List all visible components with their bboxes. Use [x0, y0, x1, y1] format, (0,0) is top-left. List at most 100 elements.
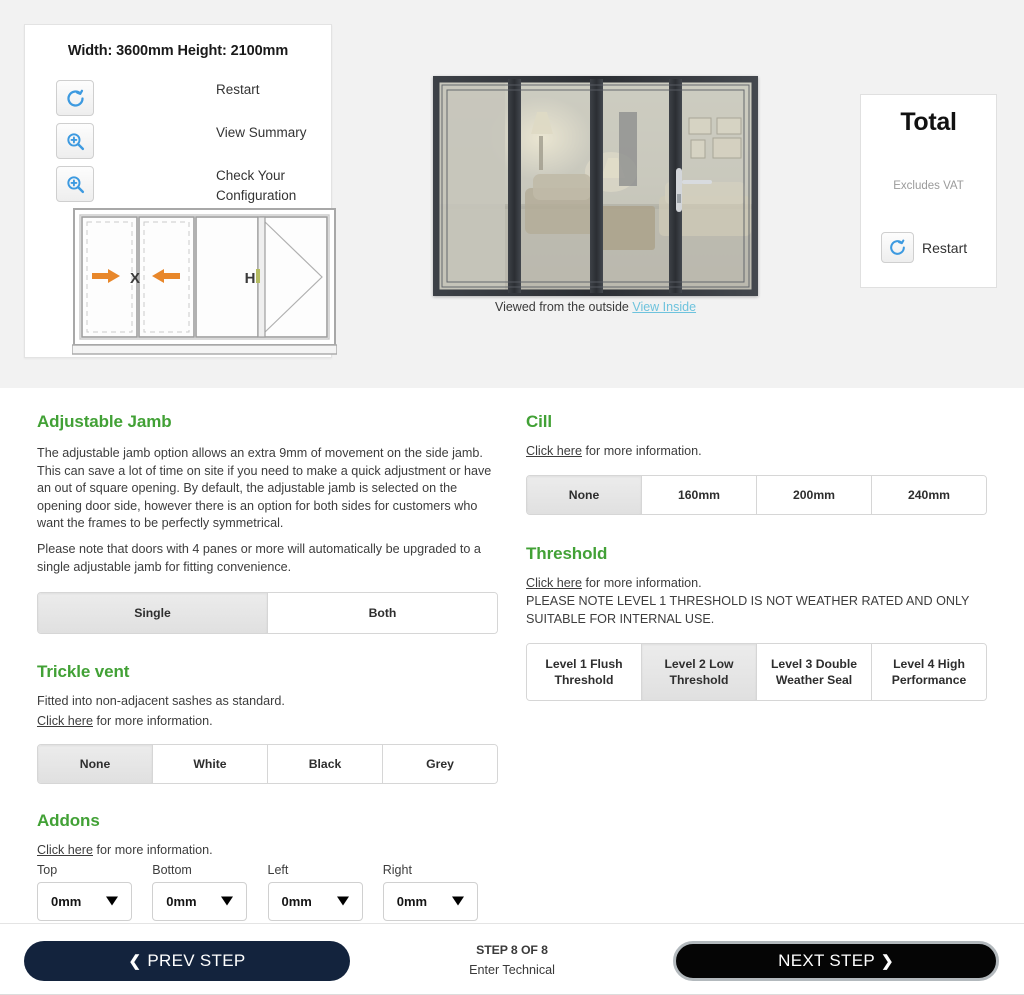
- addons-fields: Top 0mm Bottom 0mm Left 0mm Right 0mm: [37, 863, 498, 921]
- action-label-view-summary[interactable]: View Summary: [216, 123, 307, 143]
- check-configuration-button[interactable]: [56, 166, 94, 202]
- adjustable-jamb-body: The adjustable jamb option allows an ext…: [37, 446, 492, 531]
- trickle-vent-options[interactable]: None White Black Grey: [37, 744, 498, 785]
- options-column-left: Adjustable Jamb The adjustable jamb opti…: [37, 412, 498, 921]
- cill-option-none[interactable]: None: [527, 475, 642, 514]
- svg-text:H: H: [245, 270, 256, 287]
- total-restart-button[interactable]: Restart: [881, 232, 967, 263]
- section-threshold: Threshold Click here for more informatio…: [526, 544, 987, 702]
- addon-field-bottom: Bottom 0mm: [152, 863, 267, 921]
- step-name: Enter Technical: [469, 963, 555, 977]
- restart-icon: [65, 88, 86, 109]
- action-label-restart[interactable]: Restart: [216, 80, 260, 100]
- section-addons: Addons Click here for more information. …: [37, 811, 498, 921]
- total-title: Total: [900, 108, 957, 136]
- section-cill: Cill Click here for more information. No…: [526, 412, 987, 515]
- addons-title: Addons: [37, 811, 100, 831]
- adjustable-jamb-title: Adjustable Jamb: [37, 412, 172, 431]
- addon-value-bottom: 0mm: [166, 893, 197, 909]
- action-row-check-configuration[interactable]: Check Your Configuration: [37, 166, 321, 209]
- chevron-down-icon: [451, 896, 464, 906]
- chevron-left-icon: ❮: [128, 953, 142, 970]
- action-row-view-summary[interactable]: View Summary: [37, 123, 321, 166]
- cill-info: Click here for more information.: [526, 443, 987, 461]
- prev-step-button[interactable]: ❮ PREV STEP: [24, 941, 350, 981]
- footer-navigation: ❮ PREV STEP STEP 8 OF 8 Enter Technical …: [0, 923, 1024, 995]
- next-step-button[interactable]: NEXT STEP ❯: [673, 941, 999, 981]
- prev-step-label: PREV STEP: [147, 951, 246, 970]
- cill-click-here-link[interactable]: Click here: [526, 444, 582, 458]
- addon-select-top[interactable]: 0mm: [37, 881, 132, 921]
- section-adjustable-jamb: Adjustable Jamb The adjustable jamb opti…: [37, 412, 498, 635]
- step-indicator: STEP 8 OF 8 Enter Technical: [412, 943, 612, 977]
- chevron-down-icon: [221, 896, 234, 906]
- action-list: Restart View Summary Check Your Configur…: [37, 80, 321, 209]
- restart-button-small[interactable]: [881, 232, 914, 263]
- zoom-in-icon: [65, 174, 86, 195]
- restart-icon: [888, 238, 907, 257]
- addon-value-left: 0mm: [281, 893, 312, 909]
- svg-text:X: X: [130, 270, 140, 287]
- view-inside-link[interactable]: View Inside: [632, 300, 696, 314]
- total-card: Total Excludes VAT Restart: [860, 94, 997, 288]
- cill-options[interactable]: None 160mm 200mm 240mm: [526, 474, 987, 515]
- addon-label-bottom: Bottom: [152, 862, 192, 877]
- cill-option-240mm[interactable]: 240mm: [872, 475, 986, 514]
- threshold-title: Threshold: [526, 543, 608, 563]
- threshold-option-level-3[interactable]: Level 3 Double Weather Seal: [757, 644, 872, 701]
- preview-strip: Width: 3600mm Height: 2100mm Restart Vie…: [0, 0, 1024, 388]
- adjustable-jamb-option-single[interactable]: Single: [38, 593, 268, 634]
- total-restart-label: Restart: [922, 239, 968, 256]
- trickle-vent-title: Trickle vent: [37, 662, 130, 682]
- trickle-vent-info: Click here for more information.: [37, 713, 498, 731]
- chevron-down-icon: [336, 896, 349, 906]
- trickle-vent-info-suffix: for more information.: [93, 713, 213, 728]
- door-preview-image: [433, 76, 758, 296]
- addons-info-suffix: for more information.: [93, 843, 213, 858]
- trickle-vent-option-white[interactable]: White: [153, 745, 268, 784]
- cill-info-suffix: for more information.: [582, 444, 702, 458]
- cill-title: Cill: [526, 412, 553, 431]
- addons-click-here-link[interactable]: Click here: [37, 843, 93, 857]
- configuration-card: Width: 3600mm Height: 2100mm Restart Vie…: [24, 24, 338, 358]
- addon-value-top: 0mm: [51, 893, 82, 909]
- threshold-info: Click here for more information.: [526, 575, 987, 593]
- view-summary-button[interactable]: [56, 123, 94, 159]
- trickle-vent-body: Fitted into non-adjacent sashes as stand…: [37, 694, 285, 709]
- addon-label-right: Right: [382, 862, 412, 877]
- cill-option-160mm[interactable]: 160mm: [642, 475, 757, 514]
- trickle-vent-option-black[interactable]: Black: [268, 745, 383, 784]
- addon-field-right: Right 0mm: [382, 862, 498, 921]
- action-row-restart[interactable]: Restart: [37, 80, 321, 123]
- dimensions-title: Width: 3600mm Height: 2100mm: [67, 43, 289, 59]
- photo-caption-text: Viewed from the outside: [494, 300, 629, 314]
- step-counter: STEP 8 OF 8: [476, 943, 548, 957]
- threshold-option-level-4[interactable]: Level 4 High Performance: [872, 644, 986, 701]
- trickle-vent-option-grey[interactable]: Grey: [383, 745, 497, 784]
- adjustable-jamb-option-both[interactable]: Both: [268, 593, 497, 634]
- addon-field-left: Left 0mm: [267, 863, 383, 921]
- door-schematic: X H: [71, 207, 338, 357]
- addon-select-left[interactable]: 0mm: [267, 881, 363, 921]
- addon-value-right: 0mm: [396, 893, 428, 909]
- addon-label-top: Top: [37, 862, 58, 877]
- trickle-vent-click-here-link[interactable]: Click here: [37, 714, 93, 728]
- threshold-click-here-link[interactable]: Click here: [526, 576, 582, 590]
- addon-select-bottom[interactable]: 0mm: [152, 881, 248, 921]
- action-label-check-configuration[interactable]: Check Your Configuration: [216, 166, 321, 206]
- threshold-note: PLEASE NOTE LEVEL 1 THRESHOLD IS NOT WEA…: [526, 594, 970, 626]
- addon-select-right[interactable]: 0mm: [382, 881, 478, 921]
- adjustable-jamb-body2: Please note that doors with 4 panes or m…: [37, 541, 481, 574]
- cill-option-200mm[interactable]: 200mm: [757, 475, 872, 514]
- threshold-option-level-1[interactable]: Level 1 Flush Threshold: [527, 644, 642, 701]
- trickle-vent-option-none[interactable]: None: [38, 745, 153, 784]
- zoom-in-icon: [65, 131, 86, 152]
- restart-button[interactable]: [56, 80, 94, 116]
- photo-caption: Viewed from the outside View Inside: [433, 300, 758, 314]
- addons-info: Click here for more information.: [37, 842, 498, 860]
- options-column-right: Cill Click here for more information. No…: [526, 412, 987, 702]
- threshold-option-level-2[interactable]: Level 2 Low Threshold: [642, 644, 757, 701]
- chevron-down-icon: [106, 896, 118, 906]
- adjustable-jamb-options[interactable]: Single Both: [37, 592, 498, 635]
- threshold-options[interactable]: Level 1 Flush Threshold Level 2 Low Thre…: [526, 643, 987, 702]
